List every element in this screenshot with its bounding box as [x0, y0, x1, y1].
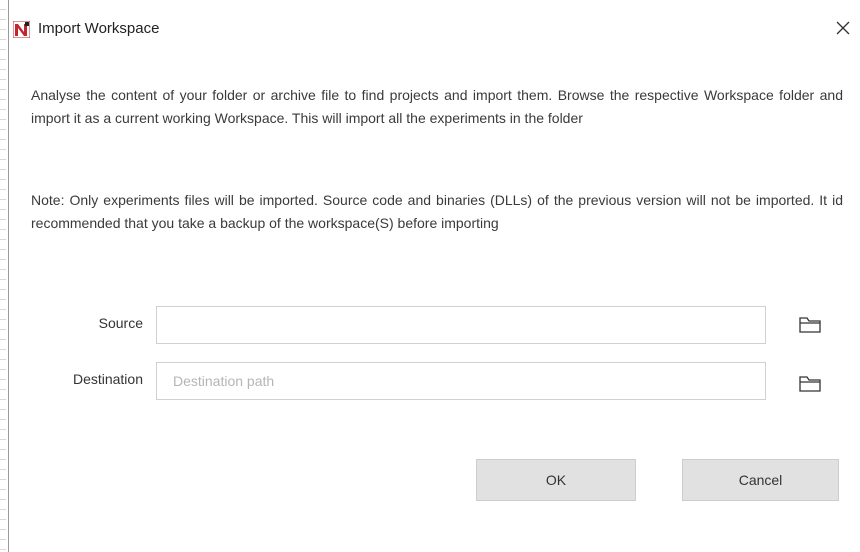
description-text: Analyse the content of your folder or ar…	[31, 87, 843, 126]
source-label: Source	[98, 315, 143, 331]
close-icon[interactable]	[832, 17, 854, 39]
background-edge	[0, 0, 6, 552]
note-text: Note: Only experiments files will be imp…	[31, 192, 843, 231]
destination-input[interactable]	[156, 362, 766, 400]
folder-icon[interactable]	[796, 314, 824, 336]
app-logo-icon	[13, 21, 30, 38]
import-workspace-dialog: Import Workspace Analyse the content of …	[8, 0, 860, 552]
folder-icon[interactable]	[796, 373, 824, 395]
source-input[interactable]	[156, 306, 766, 344]
dialog-title: Import Workspace	[38, 20, 160, 37]
ok-button[interactable]: OK	[476, 459, 636, 501]
cancel-button[interactable]: Cancel	[682, 459, 839, 501]
destination-label: Destination	[72, 371, 143, 387]
title-bar: Import Workspace	[9, 0, 860, 56]
